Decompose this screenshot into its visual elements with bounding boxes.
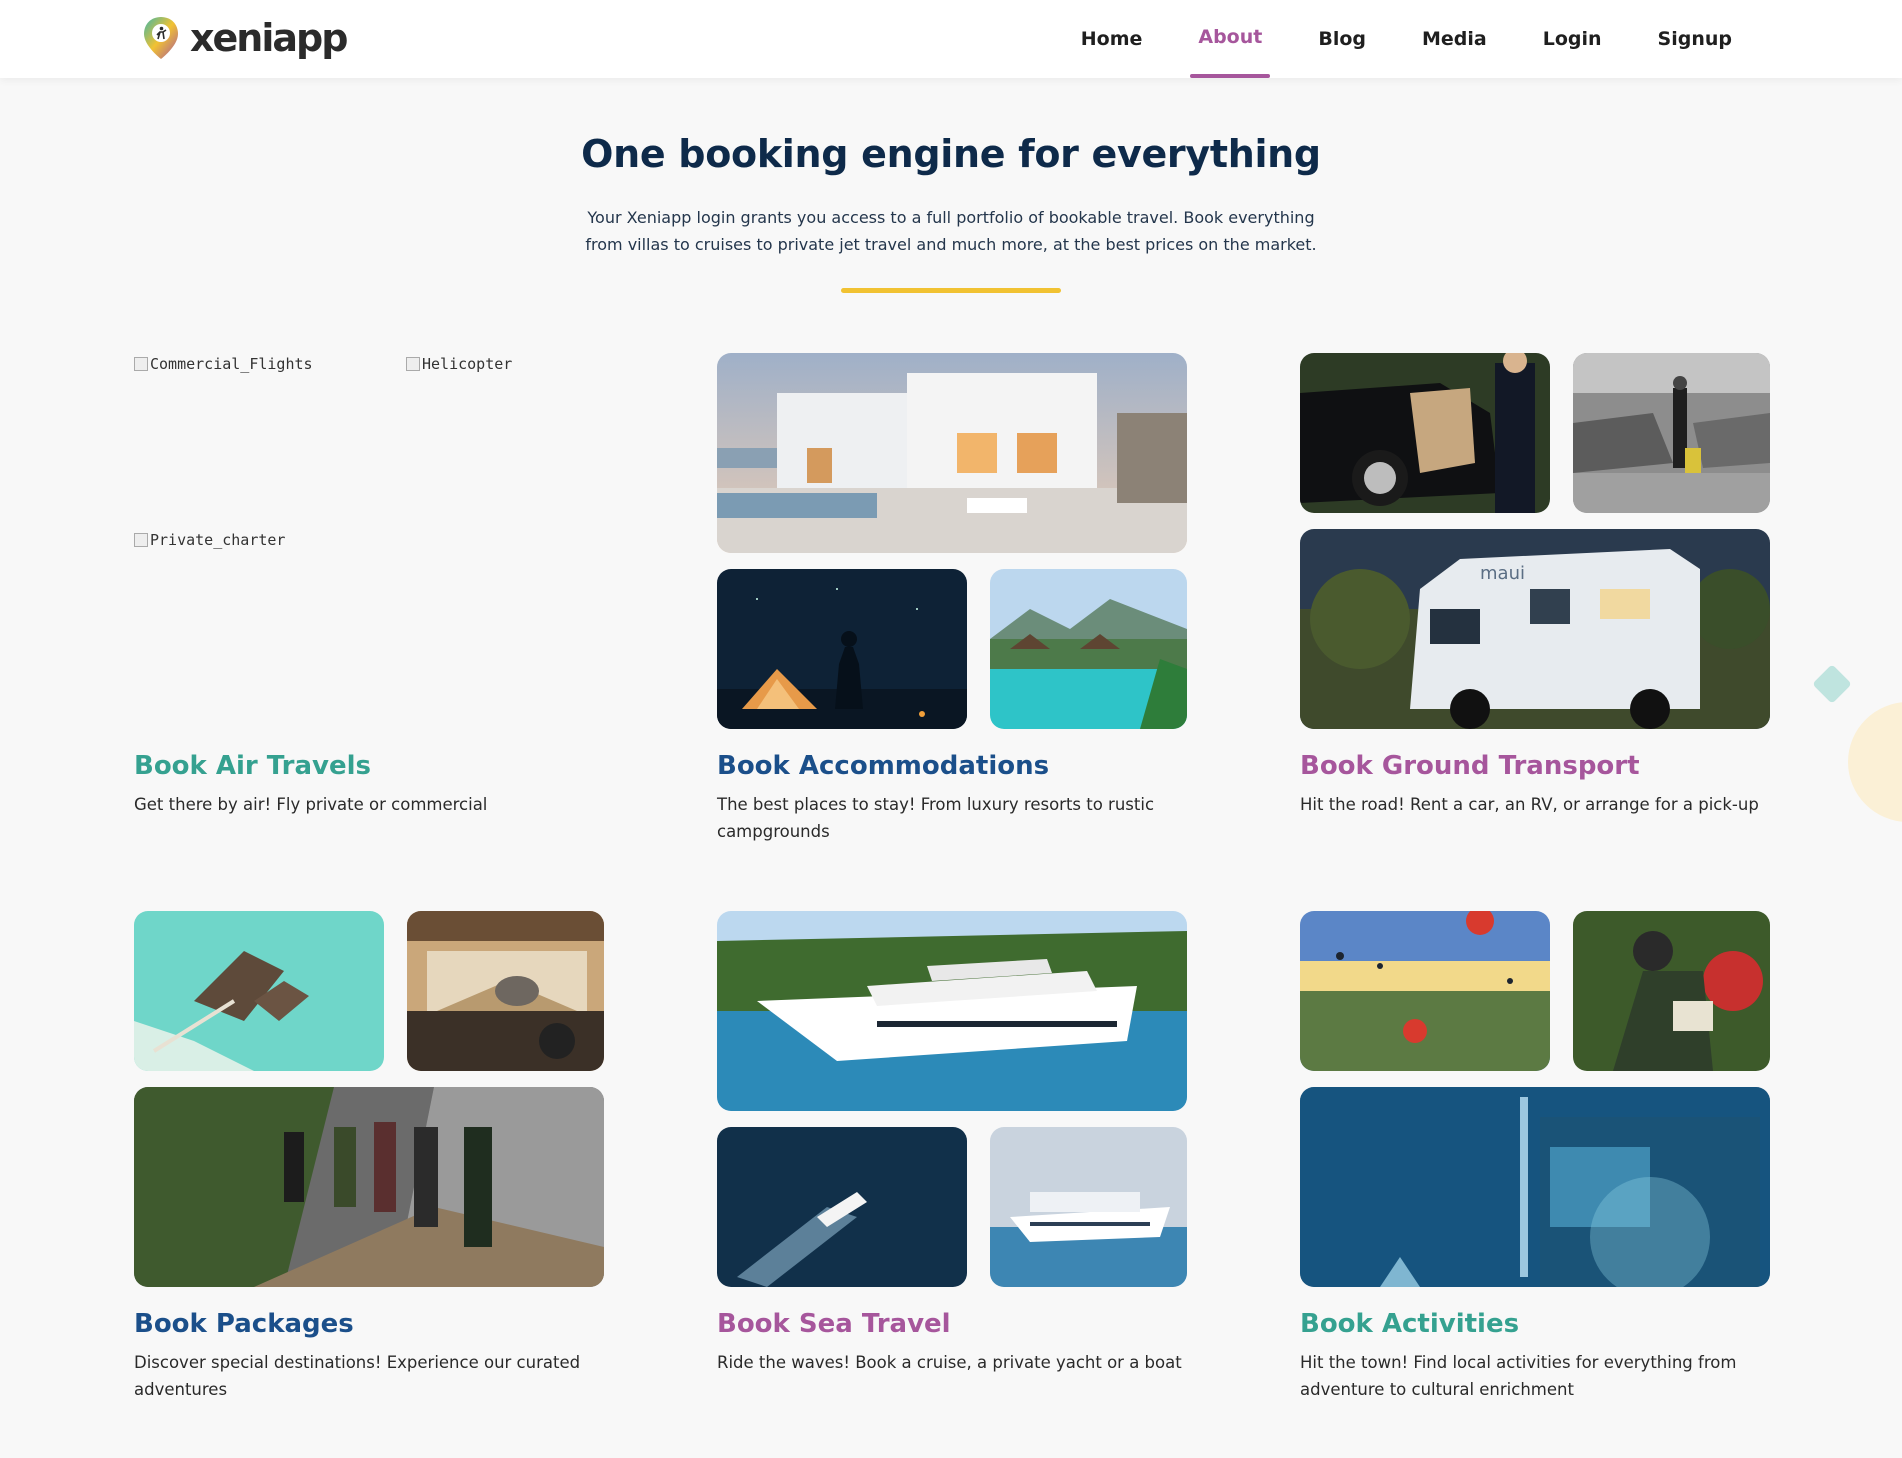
broken-image-helicopter: Helicopter [406,355,512,373]
backpacker-photo [1573,911,1770,1071]
card-air-travels[interactable]: Commercial_Flights Helicopter Private_ch… [134,353,604,818]
parking-photo [1573,353,1770,513]
card-title[interactable]: Book Activities [1300,1309,1770,1339]
card-photos [134,911,604,1287]
card-desc: Hit the road! Rent a car, an RV, or arra… [1300,795,1759,814]
main-nav: Home About Blog Media Login Signup [1053,0,1760,78]
card-desc: Ride the waves! Book a cruise, a private… [717,1353,1182,1372]
card-title[interactable]: Book Air Travels [134,751,604,781]
nav-home[interactable]: Home [1053,0,1171,78]
card-desc: The best places to stay! From luxury res… [717,795,1155,841]
intro-section: One booking engine for everything Your X… [0,132,1902,293]
nav-media[interactable]: Media [1394,0,1515,78]
card-title[interactable]: Book Ground Transport [1300,751,1770,781]
intro-text: Your Xeniapp login grants you access to … [585,208,1317,254]
card-ground-transport[interactable]: maui Book Ground Transport Hit the road!… [1300,353,1770,818]
card-desc: Hit the town! Find local activities for … [1300,1353,1737,1399]
logo-text: xeniapp [190,16,348,60]
broken-image-private-charter: Private_charter [134,531,285,549]
cruise-ship-photo [990,1127,1187,1287]
camping-photo [717,569,967,729]
card-desc: Discover special destinations! Experienc… [134,1353,581,1399]
hiking-group-photo [134,1087,604,1287]
card-photos: maui [1300,353,1770,729]
card-packages[interactable]: Book Packages Discover special destinati… [134,911,604,1403]
decorative-circle [1848,702,1902,822]
safari-photo [407,911,604,1071]
rv-photo: maui [1300,529,1770,729]
resort-pool-photo [990,569,1187,729]
logo[interactable]: xeniapp [142,14,348,62]
broken-image-commercial-flights: Commercial_Flights [134,355,313,373]
card-photos: Commercial_Flights Helicopter Private_ch… [134,353,604,729]
svg-text:maui: maui [1480,563,1525,584]
card-photos [717,911,1187,1287]
car-door-photo [1300,353,1550,513]
gold-divider [841,288,1061,293]
broken-image-icon [134,533,148,547]
page-title: One booking engine for everything [581,132,1321,176]
card-title[interactable]: Book Accommodations [717,751,1187,781]
nav-login[interactable]: Login [1515,0,1630,78]
balloons-photo [1300,911,1550,1071]
card-activities[interactable]: Book Activities Hit the town! Find local… [1300,911,1770,1403]
broken-image-icon [134,357,148,371]
speedboat-photo [717,1127,967,1287]
decorative-diamond [1812,664,1852,704]
nav-about[interactable]: About [1170,0,1290,78]
card-title[interactable]: Book Sea Travel [717,1309,1187,1339]
card-sea-travel[interactable]: Book Sea Travel Ride the waves! Book a c… [717,911,1187,1376]
card-accommodations[interactable]: Book Accommodations The best places to s… [717,353,1187,845]
map-pin-icon [144,17,178,59]
site-header: xeniapp Home About Blog Media Login Sign… [0,0,1902,78]
overwater-villa-photo [134,911,384,1071]
yacht-photo [717,911,1187,1111]
concert-photo [1300,1087,1770,1287]
card-desc: Get there by air! Fly private or commerc… [134,795,488,814]
card-photos [1300,911,1770,1287]
card-photos [717,353,1187,729]
nav-signup[interactable]: Signup [1630,0,1760,78]
broken-image-icon [406,357,420,371]
villa-photo [717,353,1187,553]
card-title[interactable]: Book Packages [134,1309,604,1339]
nav-blog[interactable]: Blog [1290,0,1394,78]
